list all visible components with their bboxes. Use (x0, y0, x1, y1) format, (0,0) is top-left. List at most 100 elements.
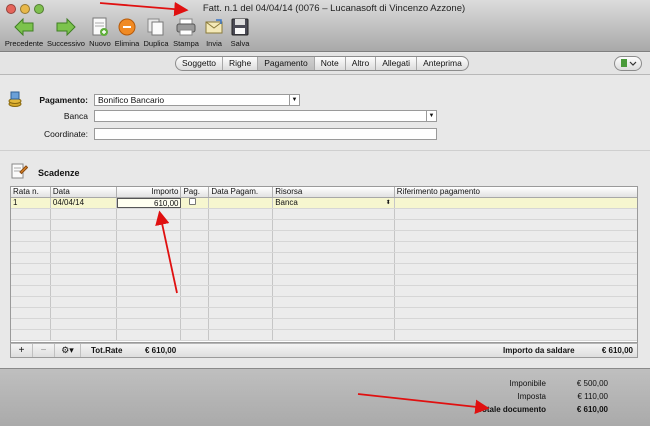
empty-cell[interactable] (181, 264, 210, 274)
empty-cell[interactable] (117, 330, 182, 340)
empty-cell[interactable] (209, 286, 274, 296)
empty-cell[interactable] (11, 253, 51, 263)
empty-cell[interactable] (209, 297, 274, 307)
empty-cell[interactable] (273, 231, 395, 241)
empty-table-row[interactable] (11, 286, 637, 297)
empty-cell[interactable] (209, 231, 274, 241)
empty-cell[interactable] (51, 253, 117, 263)
empty-cell[interactable] (209, 220, 274, 230)
banca-combo[interactable]: ▼ (94, 110, 437, 122)
empty-cell[interactable] (51, 286, 117, 296)
empty-cell[interactable] (51, 275, 117, 285)
popup-arrows-icon[interactable]: ⬍ (386, 198, 391, 208)
empty-cell[interactable] (209, 253, 274, 263)
empty-cell[interactable] (209, 308, 274, 318)
tab-soggetto[interactable]: Soggetto (176, 57, 224, 70)
empty-cell[interactable] (209, 209, 274, 219)
empty-cell[interactable] (11, 242, 51, 252)
empty-table-row[interactable] (11, 308, 637, 319)
empty-cell[interactable] (11, 264, 51, 274)
empty-cell[interactable] (51, 242, 117, 252)
empty-cell[interactable] (395, 242, 637, 252)
column-header-importo[interactable]: Importo (117, 187, 182, 197)
empty-cell[interactable] (181, 297, 210, 307)
empty-table-row[interactable] (11, 275, 637, 286)
gear-menu-button[interactable]: ⚙▾ (55, 344, 81, 357)
empty-cell[interactable] (181, 220, 210, 230)
empty-table-row[interactable] (11, 253, 637, 264)
empty-cell[interactable] (395, 264, 637, 274)
empty-cell[interactable] (273, 297, 395, 307)
empty-cell[interactable] (117, 264, 182, 274)
empty-cell[interactable] (209, 319, 274, 329)
empty-table-row[interactable] (11, 264, 637, 275)
empty-cell[interactable] (395, 220, 637, 230)
empty-cell[interactable] (117, 297, 182, 307)
table-row[interactable]: 1 04/04/14 610,00 Banca ⬍ (11, 198, 637, 209)
duplicate-button[interactable]: Duplica (142, 16, 170, 48)
empty-table-row[interactable] (11, 220, 637, 231)
empty-cell[interactable] (11, 308, 51, 318)
new-button[interactable]: Nuovo (88, 16, 112, 48)
empty-cell[interactable] (395, 253, 637, 263)
empty-cell[interactable] (209, 264, 274, 274)
empty-cell[interactable] (395, 275, 637, 285)
next-button[interactable]: Successivo (46, 16, 86, 48)
empty-cell[interactable] (181, 209, 210, 219)
cell-data[interactable]: 04/04/14 (51, 198, 117, 208)
coordinate-input[interactable] (94, 128, 437, 140)
empty-cell[interactable] (117, 231, 182, 241)
empty-table-row[interactable] (11, 209, 637, 220)
empty-cell[interactable] (11, 231, 51, 241)
send-button[interactable]: Invia (202, 16, 226, 48)
empty-table-row[interactable] (11, 297, 637, 308)
empty-cell[interactable] (181, 231, 210, 241)
empty-cell[interactable] (117, 253, 182, 263)
empty-cell[interactable] (395, 231, 637, 241)
empty-table-row[interactable] (11, 319, 637, 330)
empty-cell[interactable] (181, 253, 210, 263)
tab-anteprima[interactable]: Anteprima (417, 57, 468, 70)
empty-cell[interactable] (395, 330, 637, 340)
tab-righe[interactable]: Righe (223, 57, 259, 70)
empty-cell[interactable] (181, 308, 210, 318)
add-row-button[interactable]: + (11, 344, 33, 357)
empty-cell[interactable] (181, 242, 210, 252)
empty-cell[interactable] (209, 242, 274, 252)
empty-cell[interactable] (51, 231, 117, 241)
column-header-data[interactable]: Data (51, 187, 117, 197)
cell-rata[interactable]: 1 (11, 198, 51, 208)
cell-importo[interactable]: 610,00 (116, 198, 182, 208)
empty-cell[interactable] (273, 220, 395, 230)
empty-table-row[interactable] (11, 330, 637, 341)
cell-riferimento[interactable] (395, 198, 637, 208)
column-header-data-pagam[interactable]: Data Pagam. (209, 187, 274, 197)
empty-cell[interactable] (11, 275, 51, 285)
empty-cell[interactable] (273, 264, 395, 274)
empty-cell[interactable] (395, 319, 637, 329)
empty-cell[interactable] (117, 220, 182, 230)
empty-cell[interactable] (117, 209, 182, 219)
empty-cell[interactable] (181, 330, 210, 340)
empty-cell[interactable] (117, 308, 182, 318)
empty-cell[interactable] (273, 242, 395, 252)
empty-cell[interactable] (51, 308, 117, 318)
tab-note[interactable]: Note (315, 57, 346, 70)
delete-button[interactable]: Elimina (114, 16, 140, 48)
column-header-rata[interactable]: Rata n. (11, 187, 51, 197)
empty-cell[interactable] (273, 253, 395, 263)
empty-cell[interactable] (209, 275, 274, 285)
save-button[interactable]: Salva (228, 16, 252, 48)
tab-altro[interactable]: Altro (346, 57, 377, 70)
empty-cell[interactable] (273, 319, 395, 329)
empty-cell[interactable] (51, 319, 117, 329)
column-header-risorsa[interactable]: Risorsa (273, 187, 395, 197)
empty-cell[interactable] (181, 319, 210, 329)
empty-cell[interactable] (11, 319, 51, 329)
empty-cell[interactable] (51, 220, 117, 230)
empty-cell[interactable] (395, 209, 637, 219)
empty-cell[interactable] (395, 297, 637, 307)
print-button[interactable]: Stampa (172, 16, 200, 48)
remove-row-button[interactable]: − (33, 344, 55, 357)
empty-table-row[interactable] (11, 242, 637, 253)
